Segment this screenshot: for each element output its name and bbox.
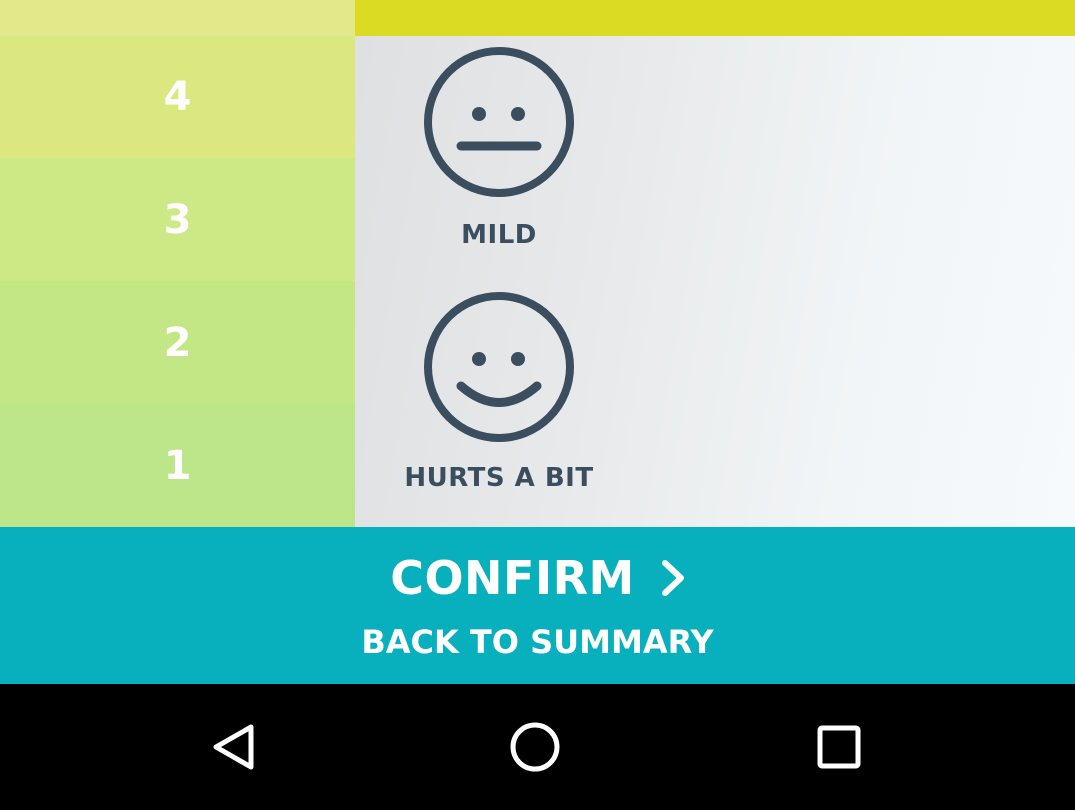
back-to-summary-label: BACK TO SUMMARY <box>361 623 714 661</box>
confirm-button[interactable]: CONFIRM <box>380 549 695 607</box>
chevron-right-icon <box>661 560 684 596</box>
nav-home-button[interactable] <box>505 717 565 777</box>
neutral-face-icon <box>424 47 574 197</box>
scale-value: 4 <box>163 74 192 120</box>
action-bar: CONFIRM BACK TO SUMMARY <box>0 527 1075 684</box>
android-navigation-bar <box>0 684 1075 810</box>
header-strip <box>355 0 1075 36</box>
scale-row-3[interactable]: 3 <box>0 158 355 281</box>
nav-back-button[interactable] <box>203 717 263 777</box>
face-hurts-a-bit[interactable]: HURTS A BIT <box>354 291 644 493</box>
nav-back-triangle-icon <box>213 724 254 770</box>
scale-value: 3 <box>163 196 192 243</box>
scale-row-2[interactable]: 2 <box>0 281 355 404</box>
confirm-label: CONFIRM <box>390 551 635 605</box>
smiling-face-icon <box>424 292 574 442</box>
scale-row-5-partial[interactable] <box>0 0 355 36</box>
pain-scale-column: 4 3 2 1 <box>0 0 355 527</box>
nav-recents-button[interactable] <box>808 717 868 777</box>
face-label-hurts-a-bit: HURTS A BIT <box>404 463 594 493</box>
faces-panel: MILD HURTS A BIT <box>355 36 1075 527</box>
scale-row-4[interactable]: 4 <box>0 36 355 158</box>
scale-value: 1 <box>163 442 192 489</box>
scale-row-1[interactable]: 1 <box>0 404 355 527</box>
face-mild[interactable]: MILD <box>354 44 644 250</box>
back-to-summary-button[interactable]: BACK TO SUMMARY <box>340 621 735 663</box>
nav-recents-square-icon <box>817 725 861 769</box>
scale-value: 2 <box>163 319 192 366</box>
face-label-mild: MILD <box>461 220 537 250</box>
pain-scale-screen: 4 3 2 1 MILD HURTS A BIT CONFIRM BACK TO… <box>0 0 1075 810</box>
nav-home-circle-icon <box>510 722 560 772</box>
